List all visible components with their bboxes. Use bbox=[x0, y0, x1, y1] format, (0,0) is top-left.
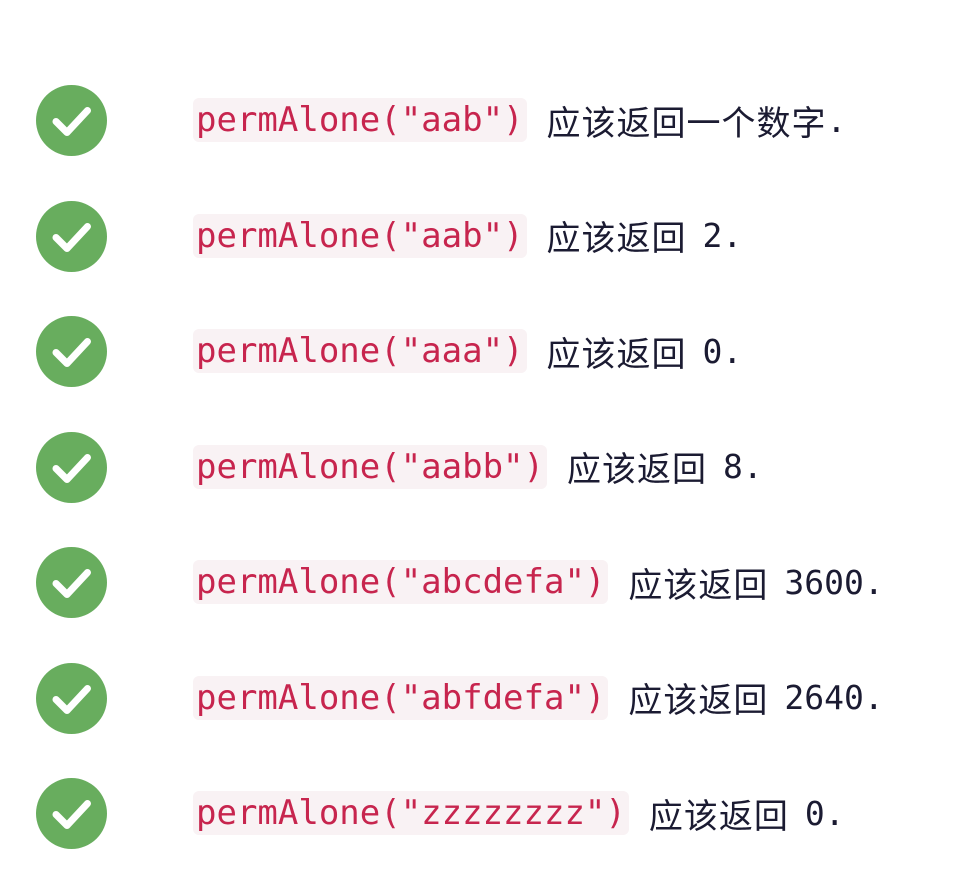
check-circle-icon bbox=[36, 662, 107, 734]
test-result-row: permAlone("aaa") 应该返回 0. bbox=[0, 281, 978, 397]
code-snippet: permAlone("aab") bbox=[193, 98, 527, 142]
test-result-row: permAlone("aab") 应该返回 2. bbox=[0, 166, 978, 282]
test-result-row: permAlone("aabb") 应该返回 8. bbox=[0, 397, 978, 513]
test-result-row: permAlone("abfdefa") 应该返回 2640. bbox=[0, 628, 978, 744]
test-description: permAlone("zzzzzzzz") 应该返回 0. bbox=[193, 789, 845, 837]
expectation-label: 应该返回 bbox=[546, 334, 687, 375]
expected-value: . bbox=[826, 100, 847, 140]
code-snippet: permAlone("aaa") bbox=[193, 329, 527, 373]
expectation-label: 应该返回一个数字 bbox=[546, 103, 827, 144]
expectation-label: 应该返回 bbox=[546, 219, 687, 259]
test-description: permAlone("aaa") 应该返回 0. bbox=[193, 327, 742, 375]
expectation-label: 应该返回 bbox=[567, 450, 707, 490]
expected-value: 0. bbox=[702, 331, 743, 371]
test-result-row: permAlone("aab") 应该返回一个数字 . bbox=[0, 50, 978, 166]
code-snippet: permAlone("zzzzzzzz") bbox=[193, 791, 629, 835]
expected-value: 2640. bbox=[784, 678, 884, 717]
expectation-label: 应该返回 bbox=[628, 681, 769, 721]
test-description: permAlone("abfdefa") 应该返回 2640. bbox=[193, 674, 884, 722]
code-snippet: permAlone("aab") bbox=[193, 213, 527, 258]
expected-value: 8. bbox=[723, 447, 763, 486]
check-circle-icon bbox=[36, 431, 107, 503]
expected-value: 3600. bbox=[784, 562, 884, 602]
check-circle-icon bbox=[36, 778, 107, 849]
check-circle-icon bbox=[36, 316, 107, 387]
test-description: permAlone("aabb") 应该返回 8. bbox=[193, 443, 763, 491]
code-snippet: permAlone("abcdefa") bbox=[193, 560, 609, 604]
test-description: permAlone("aab") 应该返回 2. bbox=[193, 212, 742, 260]
test-description: permAlone("abcdefa") 应该返回 3600. bbox=[193, 558, 884, 606]
check-circle-icon bbox=[36, 85, 107, 156]
test-result-row: permAlone("zzzzzzzz") 应该返回 0. bbox=[0, 743, 978, 859]
expectation-label: 应该返回 bbox=[648, 796, 789, 837]
expectation-label: 应该返回 bbox=[628, 565, 769, 606]
check-circle-icon bbox=[36, 200, 107, 272]
expected-value: 2. bbox=[702, 216, 743, 255]
code-snippet: permAlone("aabb") bbox=[193, 444, 547, 489]
test-result-row: permAlone("abcdefa") 应该返回 3600. bbox=[0, 512, 978, 628]
code-snippet: permAlone("abfdefa") bbox=[193, 675, 609, 720]
test-results-list: permAlone("aab") 应该返回一个数字 . permAlone("a… bbox=[0, 50, 978, 859]
expected-value: 0. bbox=[804, 793, 845, 833]
check-circle-icon bbox=[36, 547, 107, 618]
test-description: permAlone("aab") 应该返回一个数字 . bbox=[193, 96, 846, 144]
